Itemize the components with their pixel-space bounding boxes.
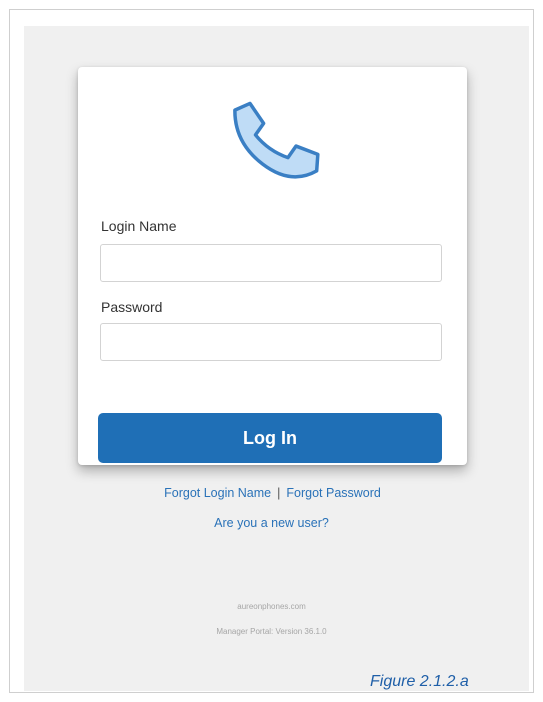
link-separator: | bbox=[277, 486, 281, 500]
login-name-input[interactable] bbox=[100, 244, 442, 282]
login-name-label: Login Name bbox=[101, 218, 177, 234]
password-input[interactable] bbox=[100, 323, 442, 361]
phone-handset-icon bbox=[233, 101, 320, 179]
new-user-row: Are you a new user? bbox=[0, 516, 543, 530]
password-label: Password bbox=[101, 299, 163, 315]
forgot-login-name-link[interactable]: Forgot Login Name bbox=[164, 486, 271, 500]
figure-caption: Figure 2.1.2.a bbox=[370, 673, 469, 690]
log-in-button[interactable]: Log In bbox=[98, 413, 442, 463]
footer-domain: aureonphones.com bbox=[237, 602, 306, 611]
login-card: Login Name Password Log In Forgot Login … bbox=[78, 67, 467, 500]
new-user-link[interactable]: Are you a new user? bbox=[214, 516, 329, 530]
forgot-password-link[interactable]: Forgot Password bbox=[286, 486, 380, 500]
footer-version: Manager Portal: Version 36.1.0 bbox=[216, 627, 327, 636]
forgot-links: Forgot Login Name | Forgot Password bbox=[78, 486, 467, 500]
